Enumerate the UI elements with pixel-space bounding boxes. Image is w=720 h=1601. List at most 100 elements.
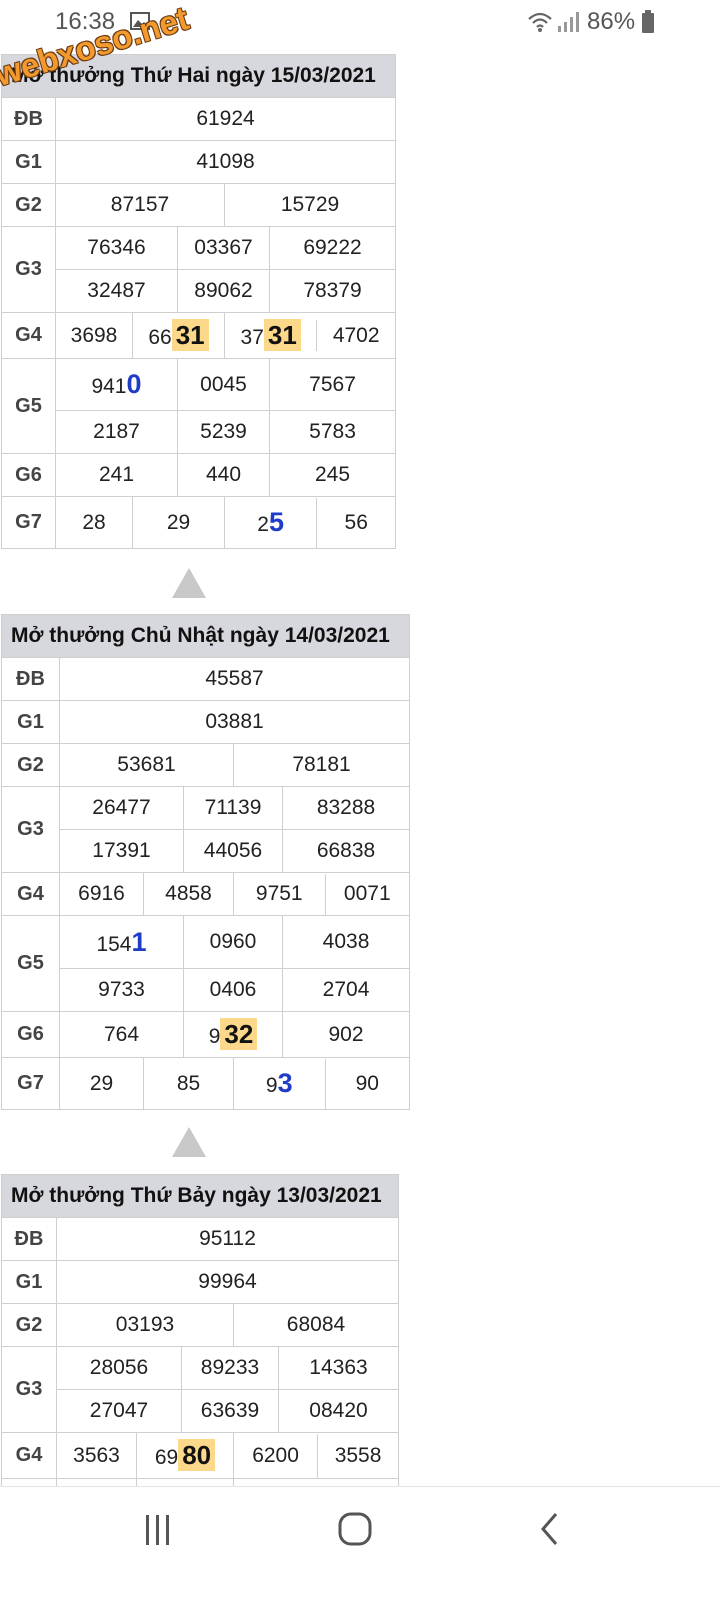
prize-label-g6: G6 [1, 453, 56, 497]
prize-label-g4: G4 [1, 872, 60, 916]
number-digits: 66 [148, 326, 172, 349]
prize-label-g2: G2 [1, 183, 56, 227]
prize-g2-value: 68084 [233, 1303, 399, 1347]
scroll-up-arrow-icon[interactable] [172, 568, 206, 598]
prize-g3-value: 26477 [59, 786, 184, 830]
prize-label-g1: G1 [1, 1260, 57, 1304]
home-icon[interactable] [337, 1511, 373, 1547]
prize-db-value: 45587 [58, 657, 411, 701]
number-digits: 3558 [334, 1443, 382, 1467]
prize-g5-value: 9410 [55, 358, 178, 411]
number-digits: 69 [154, 1446, 179, 1469]
result-block-2: Mở thưởng Chủ Nhật ngày 14/03/2021 ĐB 455… [0, 614, 411, 1110]
prize-g3-value: 78379 [268, 269, 397, 313]
prize-g4-value: 6916 [59, 872, 144, 916]
prize-label-db: ĐB [1, 1217, 57, 1261]
prize-g5-value: 5239 [177, 410, 270, 454]
prize-g6-value: 902 [281, 1011, 411, 1058]
scroll-up-arrow-icon[interactable] [172, 1127, 206, 1157]
prize-g5-value: 2187 [55, 410, 178, 454]
prize-label-g6: G6 [1, 1011, 60, 1058]
prize-g1-value: 99964 [56, 1260, 399, 1304]
result-table-2: Mở thưởng Chủ Nhật ngày 14/03/2021 ĐB 455… [0, 614, 411, 1110]
prize-g5-value: 1541 [59, 915, 184, 969]
number-digits: 9 [208, 1025, 221, 1048]
prize-db-value: 61924 [54, 97, 397, 141]
prize-g6-value: 245 [268, 453, 397, 497]
prize-g3-value: 44056 [183, 829, 283, 873]
number-digits: 3698 [70, 323, 118, 347]
signal-icon [558, 12, 579, 32]
number-digits: 6200 [234, 1433, 319, 1478]
number-digits: 9 [265, 1074, 278, 1097]
highlighted-loto: 31 [263, 319, 301, 351]
number-digits: 154 [96, 932, 132, 956]
prize-g4-value: 3698 [55, 312, 133, 359]
prize-g4-value: 3563 [56, 1432, 137, 1479]
result-table-3: Mở thưởng Thứ Bảy ngày 13/03/2021 ĐB 9511… [1, 1174, 399, 1509]
prize-g4-value: 69 80 [136, 1432, 234, 1479]
prize-g7-value: 29 [132, 496, 225, 549]
special-digit: 3 [277, 1068, 293, 1098]
prize-g2-value: 87157 [55, 183, 225, 227]
prize-g5-value: 0045 [177, 358, 270, 411]
prize-label-g4: G4 [1, 1432, 57, 1479]
number-digits: 941 [91, 375, 127, 398]
prize-g3-value: 27047 [56, 1389, 182, 1433]
prize-g4-value: 37 31 4702 [223, 312, 397, 359]
prize-g6-value: 241 [55, 453, 178, 497]
prize-g2-value: 53681 [59, 743, 234, 787]
number-digits: 90 [355, 1071, 379, 1095]
prize-g3-value: 17391 [59, 829, 184, 873]
prize-g3-value: 89233 [181, 1346, 279, 1390]
prize-label-g5: G5 [1, 358, 56, 454]
prize-g1-value: 03881 [58, 700, 411, 744]
navigation-bar [0, 1486, 720, 1601]
back-icon[interactable] [538, 1511, 562, 1547]
prize-label-g3: G3 [1, 226, 56, 313]
prize-g5-value: 0960 [183, 915, 283, 969]
prize-g5-value: 2704 [281, 968, 411, 1012]
prize-label-g1: G1 [1, 140, 56, 184]
prize-label-g1: G1 [1, 700, 60, 744]
prize-g6-value: 764 [59, 1011, 184, 1058]
prize-g3-value: 63639 [181, 1389, 279, 1433]
prize-g5-value: 0406 [183, 968, 283, 1012]
prize-db-value: 95112 [56, 1217, 399, 1261]
prize-g4-value: 4858 [143, 872, 234, 916]
prize-g2-value: 03193 [56, 1303, 234, 1347]
number-digits: 4702 [332, 323, 380, 347]
prize-g4-value: 9751 0071 [232, 872, 411, 916]
highlighted-loto: 32 [220, 1018, 258, 1050]
number-digits: 56 [344, 510, 368, 534]
prize-g5-value: 7567 [268, 358, 397, 411]
prize-label-g3: G3 [1, 786, 60, 873]
prize-label-db: ĐB [1, 657, 60, 701]
prize-g3-value: 83288 [281, 786, 411, 830]
prize-g3-value: 89062 [177, 269, 270, 313]
prize-g1-value: 41098 [54, 140, 397, 184]
recent-apps-icon[interactable] [143, 1513, 173, 1547]
prize-g3-value: 76346 [55, 226, 178, 270]
prize-g6-value: 9 32 [183, 1011, 283, 1058]
prize-g3-value: 08420 [278, 1389, 399, 1433]
special-digit: 0 [126, 369, 142, 399]
result-title: Mở thưởng Thứ Bảy ngày 13/03/2021 [1, 1174, 399, 1218]
highlighted-loto: 31 [171, 319, 209, 351]
highlighted-loto: 80 [178, 1439, 216, 1471]
battery-percent: 86% [587, 8, 636, 35]
prize-g3-value: 14363 [278, 1346, 399, 1390]
prize-g3-value: 28056 [56, 1346, 182, 1390]
result-title: Mở thưởng Chủ Nhật ngày 14/03/2021 [0, 614, 411, 658]
prize-g3-value: 32487 [55, 269, 178, 313]
number-digits: 9751 [234, 873, 326, 915]
result-table-1: Mở thưởng Thứ Hai ngày 15/03/2021 ĐB 6192… [0, 54, 397, 549]
wifi-icon [528, 12, 552, 32]
prize-g3-value: 71139 [183, 786, 283, 830]
prize-g3-value: 66838 [281, 829, 411, 873]
prize-label-g3: G3 [1, 1346, 57, 1433]
prize-g5-value: 9733 [59, 968, 184, 1012]
prize-g4-value: 6200 3558 [233, 1432, 399, 1479]
battery-icon [642, 10, 654, 33]
result-block-3: Mở thưởng Thứ Bảy ngày 13/03/2021 ĐB 9511… [1, 1174, 399, 1509]
